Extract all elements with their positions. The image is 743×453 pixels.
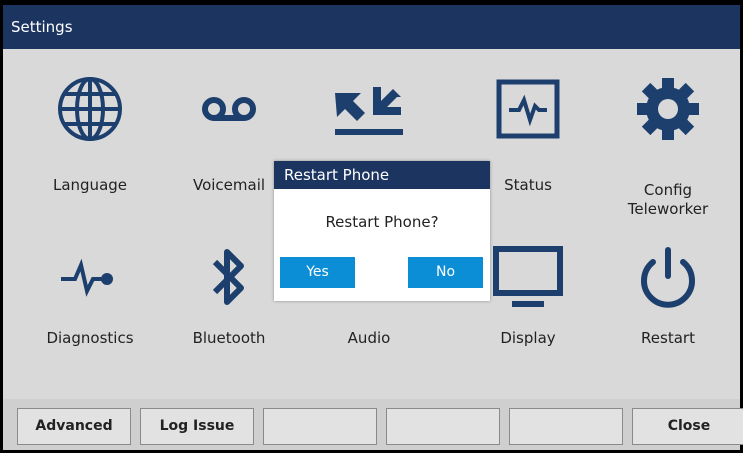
softkey-bar: Advanced Log Issue Close: [3, 399, 743, 450]
restart-dialog: Restart Phone Restart Phone? Yes No: [274, 161, 490, 301]
phone-screen: Settings Language Voicemail Status Confi…: [0, 0, 743, 453]
log-issue-softkey[interactable]: Log Issue: [140, 408, 254, 445]
page-title: Settings: [11, 18, 73, 36]
close-softkey[interactable]: Close: [632, 408, 743, 445]
no-button[interactable]: No: [408, 257, 483, 288]
power-icon: [598, 237, 738, 317]
status-monitor-icon: [458, 69, 598, 149]
dialog-title: Restart Phone: [274, 161, 490, 189]
config-teleworker-tile[interactable]: Config Teleworker: [598, 69, 738, 219]
audio-label: Audio: [347, 329, 391, 347]
config-teleworker-label: Config Teleworker: [627, 181, 709, 218]
pulse-icon: [20, 237, 160, 317]
globe-icon: [20, 69, 160, 149]
diagnostics-label: Diagnostics: [46, 329, 134, 347]
dialog-message: Restart Phone?: [325, 213, 439, 231]
empty-softkey-4[interactable]: [386, 408, 500, 445]
restart-label: Restart: [641, 329, 695, 347]
diagnostics-tile[interactable]: Diagnostics: [20, 237, 160, 387]
empty-softkey-3[interactable]: [263, 408, 377, 445]
display-label: Display: [500, 329, 556, 347]
restart-tile[interactable]: Restart: [598, 237, 738, 387]
yes-button[interactable]: Yes: [280, 257, 355, 288]
bluetooth-label: Bluetooth: [192, 329, 266, 347]
advanced-softkey[interactable]: Advanced: [17, 408, 131, 445]
gear-icon: [598, 69, 738, 149]
title-bar: Settings: [3, 5, 740, 49]
empty-softkey-5[interactable]: [509, 408, 623, 445]
language-label: Language: [52, 176, 128, 194]
language-tile[interactable]: Language: [20, 69, 160, 219]
arrows-icon: [299, 69, 439, 149]
voicemail-icon: [159, 69, 299, 149]
